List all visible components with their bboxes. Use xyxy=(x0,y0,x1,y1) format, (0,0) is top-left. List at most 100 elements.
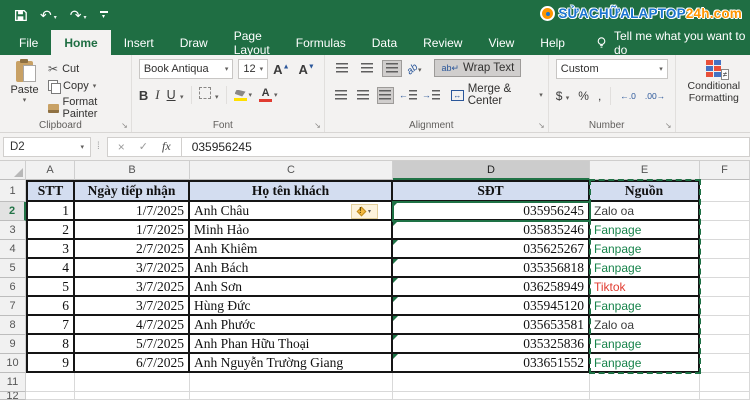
cell-B8[interactable]: 4/7/2025 xyxy=(75,316,190,335)
cell-F7[interactable] xyxy=(700,297,750,316)
cell-D5[interactable]: 035356818 xyxy=(393,259,590,278)
enter-icon[interactable]: ✓ xyxy=(139,140,148,153)
cell-B1[interactable]: Ngày tiếp nhận xyxy=(75,180,190,202)
row-header-5[interactable]: 5 xyxy=(0,259,26,278)
row-header-7[interactable]: 7 xyxy=(0,297,26,316)
cell-E5[interactable]: Fanpage xyxy=(590,259,700,278)
cell-F11[interactable] xyxy=(700,373,750,392)
cell-E9[interactable]: Fanpage xyxy=(590,335,700,354)
cell-D1[interactable]: SĐT xyxy=(393,180,590,202)
tab-page-layout[interactable]: Page Layout xyxy=(221,29,283,57)
cell-F10[interactable] xyxy=(700,354,750,373)
font-size-select[interactable]: 12 ▾ xyxy=(238,59,269,79)
cell-E3[interactable]: Fanpage xyxy=(590,221,700,240)
cell-A5[interactable]: 4 xyxy=(26,259,75,278)
cell-B9[interactable]: 5/7/2025 xyxy=(75,335,190,354)
tab-review[interactable]: Review xyxy=(410,30,475,55)
tell-me-box[interactable]: Tell me what you want to do xyxy=(596,29,750,57)
increase-font-size-button[interactable]: A▲ xyxy=(273,62,293,77)
redo-button[interactable]: ↷ ▾ xyxy=(70,8,87,22)
alignment-dialog-launcher-icon[interactable]: ↘ xyxy=(538,121,545,130)
tab-draw[interactable]: Draw xyxy=(167,30,221,55)
decrease-indent-button[interactable]: ← xyxy=(399,90,417,100)
cell-B10[interactable]: 6/7/2025 xyxy=(75,354,190,373)
cell-D7[interactable]: 035945120 xyxy=(393,297,590,316)
tab-help[interactable]: Help xyxy=(527,30,578,55)
orientation-button[interactable]: ab▾ xyxy=(405,59,422,78)
row-header-9[interactable]: 9 xyxy=(0,335,26,354)
comma-button[interactable]: , xyxy=(598,89,601,103)
cell-A10[interactable]: 9 xyxy=(26,354,75,373)
col-header-B[interactable]: B xyxy=(75,161,190,180)
formula-input[interactable]: 035956245 xyxy=(181,136,750,157)
col-header-A[interactable]: A xyxy=(26,161,75,180)
cell-F4[interactable] xyxy=(700,240,750,259)
cell-E2[interactable]: Zalo oa xyxy=(590,202,700,221)
cell-A1[interactable]: STT xyxy=(26,180,75,202)
merge-center-button[interactable]: ↔ Merge & Center ▾ xyxy=(450,83,543,107)
cell-F9[interactable] xyxy=(700,335,750,354)
cell-D4[interactable]: 035625267 xyxy=(393,240,590,259)
tab-home[interactable]: Home xyxy=(51,30,111,55)
cell-D9[interactable]: 035325836 xyxy=(393,335,590,354)
cell-D11[interactable] xyxy=(393,373,590,392)
cell-D10[interactable]: 033651552 xyxy=(393,354,590,373)
cell-E12[interactable] xyxy=(590,392,700,400)
cell-F1[interactable] xyxy=(700,180,750,202)
cell-C12[interactable] xyxy=(190,392,393,400)
cell-A2[interactable]: 1 xyxy=(26,202,75,221)
cell-A8[interactable]: 7 xyxy=(26,316,75,335)
copy-button[interactable]: Copy ▾ xyxy=(48,80,126,94)
cell-A11[interactable] xyxy=(26,373,75,392)
cell-F5[interactable] xyxy=(700,259,750,278)
insert-function-icon[interactable]: fx xyxy=(162,139,171,154)
col-header-D[interactable]: D xyxy=(393,161,590,180)
borders-button[interactable]: ▾ xyxy=(198,86,219,104)
cell-B6[interactable]: 3/7/2025 xyxy=(75,278,190,297)
conditional-formatting-button[interactable]: ≠ Conditional Formatting xyxy=(683,59,745,104)
cell-B7[interactable]: 3/7/2025 xyxy=(75,297,190,316)
cell-F6[interactable] xyxy=(700,278,750,297)
format-painter-button[interactable]: Format Painter xyxy=(48,96,126,120)
cell-A6[interactable]: 5 xyxy=(26,278,75,297)
redo-caret-icon[interactable]: ▾ xyxy=(83,14,86,22)
cell-E1[interactable]: Nguồn xyxy=(590,180,700,202)
cell-C5[interactable]: Anh Bách xyxy=(190,259,393,278)
cell-A9[interactable]: 8 xyxy=(26,335,75,354)
increase-decimal-button[interactable]: ←.0 xyxy=(620,91,636,101)
tab-file[interactable]: File xyxy=(6,30,51,55)
name-box[interactable]: D2 ▾ xyxy=(3,136,91,157)
cell-A3[interactable]: 2 xyxy=(26,221,75,240)
cell-F3[interactable] xyxy=(700,221,750,240)
clipboard-dialog-launcher-icon[interactable]: ↘ xyxy=(121,121,128,130)
cell-E10[interactable]: Fanpage xyxy=(590,354,700,373)
save-icon[interactable] xyxy=(14,9,27,22)
percent-button[interactable]: % xyxy=(578,89,589,103)
cell-B2[interactable]: 1/7/2025 xyxy=(75,202,190,221)
cell-A7[interactable]: 6 xyxy=(26,297,75,316)
underline-button[interactable]: U ▾ xyxy=(167,86,184,104)
col-header-E[interactable]: E xyxy=(590,161,700,180)
cell-F8[interactable] xyxy=(700,316,750,335)
cut-button[interactable]: ✂ Cut xyxy=(48,62,126,76)
cell-C3[interactable]: Minh Hảo xyxy=(190,221,393,240)
row-header-11[interactable]: 11 xyxy=(0,373,26,392)
cell-B12[interactable] xyxy=(75,392,190,400)
error-checking-button[interactable]: ! ▾ xyxy=(351,204,378,219)
customize-qat-icon[interactable]: ▾ xyxy=(99,10,108,20)
align-left-button[interactable] xyxy=(332,87,349,104)
row-header-3[interactable]: 3 xyxy=(0,221,26,240)
cell-C6[interactable]: Anh Sơn xyxy=(190,278,393,297)
row-header-1[interactable]: 1 xyxy=(0,180,26,202)
row-header-2[interactable]: 2 xyxy=(0,202,26,221)
middle-align-button[interactable] xyxy=(357,60,377,77)
cell-A4[interactable]: 3 xyxy=(26,240,75,259)
bold-button[interactable]: B xyxy=(139,88,148,103)
decrease-decimal-button[interactable]: .00→ xyxy=(645,91,665,101)
paste-button[interactable]: Paste ▾ xyxy=(7,59,42,117)
formula-bar-splitter[interactable]: ⁞ xyxy=(97,141,101,152)
cell-E4[interactable]: Fanpage xyxy=(590,240,700,259)
tab-data[interactable]: Data xyxy=(359,30,410,55)
col-header-F[interactable]: F xyxy=(700,161,750,180)
row-header-10[interactable]: 10 xyxy=(0,354,26,373)
